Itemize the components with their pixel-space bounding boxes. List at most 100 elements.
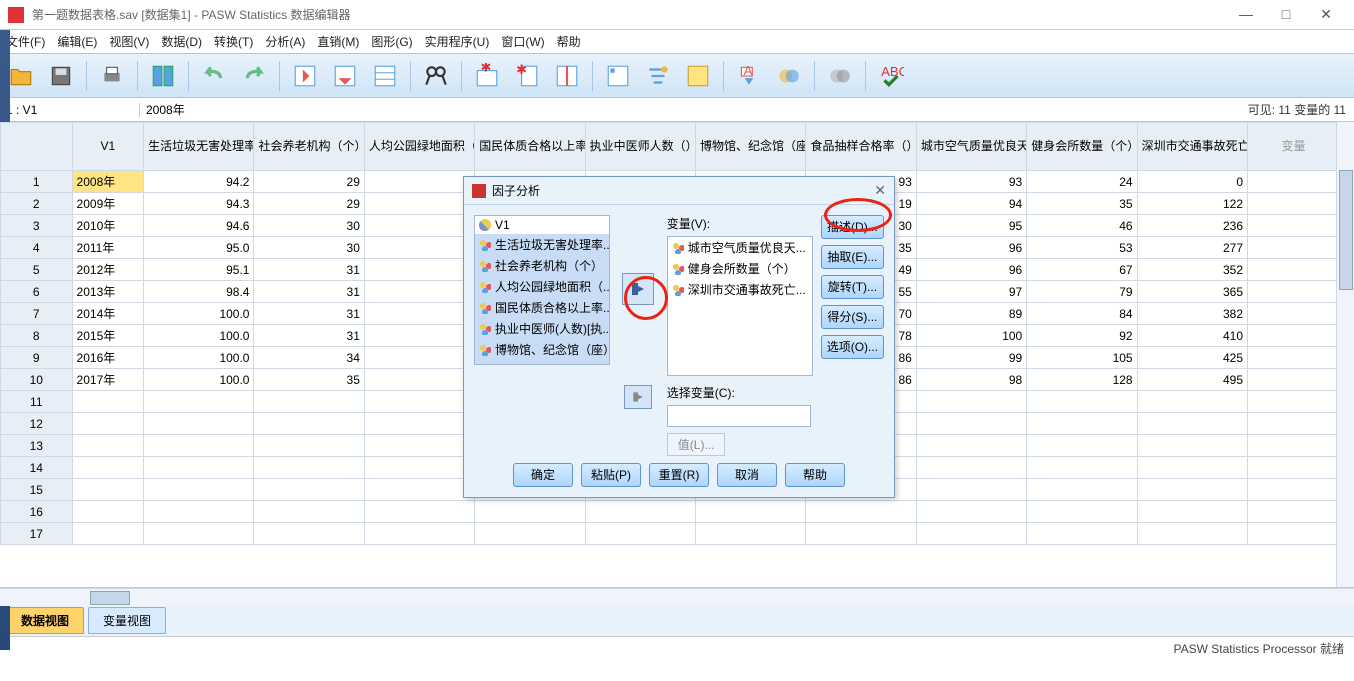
selected-vars-list[interactable]: 城市空气质量优良天... 健身会所数量（个） 深圳市交通事故死亡... (667, 236, 813, 376)
col-header[interactable]: 社会养老机构（个） (254, 123, 364, 171)
cell[interactable]: 100.0 (144, 325, 254, 347)
row-header[interactable]: 13 (1, 435, 73, 457)
list-item[interactable]: 博物馆、纪念馆（座） (475, 339, 609, 360)
goto-case-icon[interactable] (290, 61, 320, 91)
cell[interactable]: 2008年 (72, 171, 144, 193)
cell[interactable]: 100 (916, 325, 1026, 347)
col-header[interactable]: 人均公园绿地面积（按常住人口计算）（平方米） (364, 123, 474, 171)
dialog-foot-button-2[interactable]: 重置(R) (649, 463, 709, 487)
menu-util[interactable]: 实用程序(U) (425, 33, 490, 50)
cell[interactable]: 84 (1027, 303, 1137, 325)
insert-var-icon[interactable]: ✱ (512, 61, 542, 91)
cell[interactable]: 53 (1027, 237, 1137, 259)
tab-variable-view[interactable]: 变量视图 (88, 607, 166, 634)
cell[interactable]: 100.0 (144, 303, 254, 325)
dialog-titlebar[interactable]: 因子分析 ✕ (464, 177, 894, 205)
row-header[interactable]: 7 (1, 303, 73, 325)
col-header[interactable]: 食品抽样合格率（） (806, 123, 916, 171)
row-header[interactable]: 5 (1, 259, 73, 281)
dialog-side-button-4[interactable]: 选项(O)... (821, 335, 884, 359)
col-header[interactable]: V1 (72, 123, 144, 171)
minimize-button[interactable]: — (1226, 6, 1266, 23)
cell[interactable]: 122 (1137, 193, 1247, 215)
dialog-side-button-1[interactable]: 抽取(E)... (821, 245, 884, 269)
cell[interactable]: 2014年 (72, 303, 144, 325)
cell[interactable]: 96 (916, 259, 1026, 281)
dialog-foot-button-3[interactable]: 取消 (717, 463, 777, 487)
save-icon[interactable] (46, 61, 76, 91)
cell[interactable]: 31 (254, 281, 364, 303)
col-header[interactable]: 国民体质合格以上率（） (475, 123, 585, 171)
cell[interactable]: 2012年 (72, 259, 144, 281)
print-icon[interactable] (97, 61, 127, 91)
menu-graph[interactable]: 图形(G) (371, 33, 412, 50)
cell[interactable]: 495 (1137, 369, 1247, 391)
split-file-icon[interactable] (552, 61, 582, 91)
menu-window[interactable]: 窗口(W) (501, 33, 544, 50)
menu-file[interactable]: 文件(F) (6, 33, 45, 50)
maximize-button[interactable]: □ (1266, 6, 1306, 23)
cell[interactable] (364, 347, 474, 369)
cell[interactable] (364, 325, 474, 347)
list-item[interactable]: 城市空气质量优良天... (668, 237, 812, 258)
cell[interactable]: 94 (916, 193, 1026, 215)
cell[interactable]: 100.0 (144, 347, 254, 369)
variables-icon[interactable] (370, 61, 400, 91)
row-header[interactable]: 4 (1, 237, 73, 259)
show-all-icon[interactable] (774, 61, 804, 91)
row-header[interactable]: 11 (1, 391, 73, 413)
list-item[interactable]: 深圳市交通事故死亡... (668, 279, 812, 300)
selection-var-input[interactable] (667, 405, 811, 427)
col-header[interactable]: 城市空气质量优良天数比例（） (916, 123, 1026, 171)
cell[interactable]: 382 (1137, 303, 1247, 325)
cell[interactable]: 31 (254, 325, 364, 347)
cell[interactable]: 31 (254, 303, 364, 325)
cell[interactable] (364, 259, 474, 281)
list-item[interactable]: 社会养老机构（个） (475, 255, 609, 276)
col-header[interactable]: 生活垃圾无害处理率（） (144, 123, 254, 171)
cell[interactable]: 89 (916, 303, 1026, 325)
close-button[interactable]: ✕ (1306, 6, 1346, 23)
cell[interactable] (364, 193, 474, 215)
cell[interactable]: 46 (1027, 215, 1137, 237)
undo-icon[interactable] (199, 61, 229, 91)
cell[interactable]: 94.6 (144, 215, 254, 237)
cell[interactable]: 94.3 (144, 193, 254, 215)
cell[interactable]: 128 (1027, 369, 1137, 391)
cell[interactable]: 98 (916, 369, 1026, 391)
cell[interactable]: 2011年 (72, 237, 144, 259)
cell[interactable]: 29 (254, 171, 364, 193)
find-icon[interactable] (421, 61, 451, 91)
cell-ref[interactable]: 1 : V1 (0, 103, 140, 117)
cell[interactable]: 35 (1027, 193, 1137, 215)
cell[interactable]: 30 (254, 237, 364, 259)
col-header[interactable]: 健身会所数量（个） (1027, 123, 1137, 171)
cell[interactable]: 98.4 (144, 281, 254, 303)
use-sets-icon[interactable]: A (734, 61, 764, 91)
menu-view[interactable]: 视图(V) (109, 33, 149, 50)
cell[interactable]: 35 (254, 369, 364, 391)
row-header[interactable]: 15 (1, 479, 73, 501)
recall-dialog-icon[interactable] (148, 61, 178, 91)
cell[interactable]: 365 (1137, 281, 1247, 303)
row-header[interactable]: 3 (1, 215, 73, 237)
redo-icon[interactable] (239, 61, 269, 91)
row-header[interactable]: 14 (1, 457, 73, 479)
dialog-foot-button-0[interactable]: 确定 (513, 463, 573, 487)
cell[interactable]: 30 (254, 215, 364, 237)
list-item[interactable]: 食品抽样合格率（%... (475, 360, 609, 365)
cell[interactable]: 277 (1137, 237, 1247, 259)
row-header[interactable]: 16 (1, 501, 73, 523)
goto-var-icon[interactable] (330, 61, 360, 91)
cell[interactable] (364, 171, 474, 193)
horizontal-scrollbar[interactable] (0, 588, 1354, 606)
menu-analyze[interactable]: 分析(A) (265, 33, 305, 50)
move-selvar-button[interactable] (624, 385, 652, 409)
cell[interactable]: 99 (916, 347, 1026, 369)
list-item[interactable]: 人均公园绿地面积（... (475, 276, 609, 297)
menu-help[interactable]: 帮助 (557, 33, 581, 50)
weight-icon[interactable] (603, 61, 633, 91)
row-header[interactable]: 6 (1, 281, 73, 303)
cell[interactable]: 352 (1137, 259, 1247, 281)
cell[interactable]: 236 (1137, 215, 1247, 237)
